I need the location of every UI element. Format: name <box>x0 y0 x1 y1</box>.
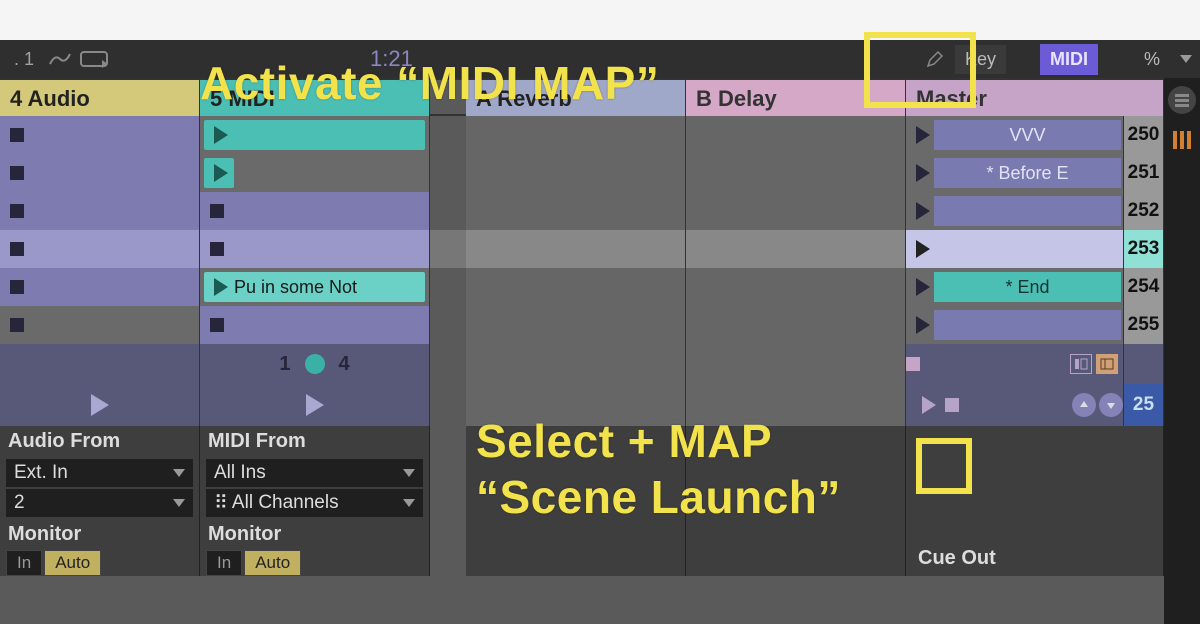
return-slot <box>686 306 906 344</box>
monitor-in-button[interactable]: In <box>6 550 42 576</box>
return-slot <box>686 230 906 268</box>
scene-tempo[interactable]: 254 <box>1124 268 1164 306</box>
track-header-reverb[interactable]: A Reverb <box>466 80 686 118</box>
view-icon[interactable] <box>1096 354 1118 374</box>
midi-from-dropdown[interactable]: All Ins <box>206 459 423 487</box>
scene-slot[interactable] <box>906 230 1124 268</box>
clip-slot[interactable] <box>200 154 430 192</box>
return-status <box>686 344 906 384</box>
clip-slot[interactable] <box>200 306 430 344</box>
view-icon[interactable] <box>1070 354 1092 374</box>
midi-activity-icon <box>305 354 325 374</box>
clip-slot[interactable] <box>0 192 200 230</box>
scene-slot[interactable]: VVV <box>906 116 1124 154</box>
pencil-icon[interactable] <box>923 50 947 68</box>
midi-channel-dropdown[interactable]: ⠿All Channels <box>206 489 423 517</box>
clip-slot[interactable] <box>0 268 200 306</box>
loop-icon[interactable] <box>80 51 108 67</box>
clip-slot[interactable] <box>200 116 430 154</box>
monitor-auto-button[interactable]: Auto <box>244 550 301 576</box>
scene-slot[interactable] <box>906 192 1124 230</box>
dropdown-icon[interactable] <box>1180 55 1192 63</box>
return-slot <box>466 230 686 268</box>
audio-channel-dropdown[interactable]: 2 <box>6 489 193 517</box>
return-slot <box>466 306 686 344</box>
clip-slot[interactable] <box>0 306 200 344</box>
monitor-label: Monitor <box>200 519 429 550</box>
track-launch-button[interactable] <box>0 384 200 426</box>
scene-slot[interactable]: * End <box>906 268 1124 306</box>
key-map-button[interactable]: Key <box>955 45 1006 74</box>
scene-slot[interactable]: * Before E <box>906 154 1124 192</box>
return-slot <box>686 192 906 230</box>
nudge-down-icon[interactable] <box>1099 393 1123 417</box>
return-slot <box>686 268 906 306</box>
clip-slot[interactable] <box>0 154 200 192</box>
return-slot <box>466 116 686 154</box>
return-slot <box>686 116 906 154</box>
browser-sidebar <box>1164 78 1200 624</box>
nudge-up-icon[interactable] <box>1072 393 1096 417</box>
cpu-meter: % <box>1144 49 1160 70</box>
bar-position: . 1 <box>8 47 40 72</box>
return-slot <box>466 268 686 306</box>
clip-slot[interactable] <box>0 230 200 268</box>
clip-slot[interactable] <box>0 116 200 154</box>
return-status <box>466 344 686 384</box>
scene-tempo[interactable]: 250 <box>1124 116 1164 154</box>
level-icon[interactable] <box>1168 126 1196 154</box>
monitor-auto-button[interactable]: Auto <box>44 550 101 576</box>
return-slot <box>466 192 686 230</box>
cue-out-label: Cue Out <box>910 543 1004 574</box>
monitor-label: Monitor <box>0 519 199 550</box>
scene-tempo[interactable]: 253 <box>1124 230 1164 268</box>
time-position: 1:21 <box>364 44 419 74</box>
track-header-delay[interactable]: B Delay <box>686 80 906 118</box>
transport-bar: . 1 1:21 Key MIDI % <box>0 40 1200 78</box>
return-slot <box>466 154 686 192</box>
audio-from-dropdown[interactable]: Ext. In <box>6 459 193 487</box>
track-status-midi: 1 4 <box>200 344 430 384</box>
stop-all-clips[interactable] <box>906 344 1124 384</box>
scene-tempo[interactable]: 252 <box>1124 192 1164 230</box>
scene-slot[interactable] <box>906 306 1124 344</box>
track-header-master[interactable]: Master <box>906 80 1164 118</box>
clip-slot[interactable] <box>200 192 430 230</box>
scene-tempo[interactable]: 255 <box>1124 306 1164 344</box>
monitor-in-button[interactable]: In <box>206 550 242 576</box>
scene-launch-button[interactable] <box>906 384 1124 426</box>
track-header-midi[interactable]: 5 MIDI <box>200 80 430 118</box>
track-status <box>0 344 200 384</box>
io-label: Audio From <box>0 426 199 457</box>
clip-slot[interactable] <box>200 230 430 268</box>
scene-tempo[interactable]: 251 <box>1124 154 1164 192</box>
return-slot <box>686 154 906 192</box>
clip-slot[interactable]: Pu in some Not <box>200 268 430 306</box>
automation-icon[interactable] <box>48 50 72 68</box>
track-launch-button[interactable] <box>200 384 430 426</box>
session-view: 4 Audio 5 MIDI A Reverb B Delay Master V… <box>0 78 1164 624</box>
menu-icon[interactable] <box>1168 86 1196 114</box>
io-label: MIDI From <box>200 426 429 457</box>
midi-map-button[interactable]: MIDI <box>1040 44 1098 75</box>
crossfade-value[interactable]: 25 <box>1124 384 1164 426</box>
track-header-audio[interactable]: 4 Audio <box>0 80 200 118</box>
